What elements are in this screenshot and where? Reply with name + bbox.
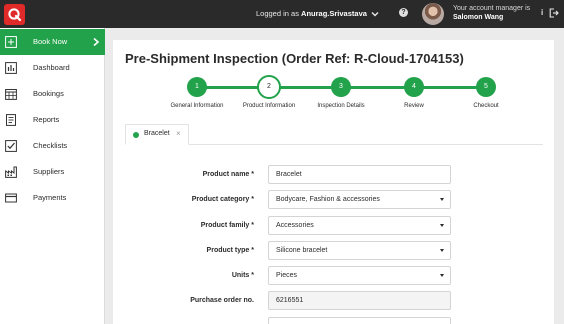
page-title: Pre-Shipment Inspection (Order Ref: R-Cl… xyxy=(125,51,464,66)
caret-down-icon xyxy=(440,224,444,227)
close-icon[interactable]: × xyxy=(176,129,181,138)
sidebar-item-label: Suppliers xyxy=(33,167,65,176)
caret-down-icon xyxy=(440,274,444,277)
step-4[interactable]: 4 xyxy=(404,77,424,97)
main-card: Pre-Shipment Inspection (Order Ref: R-Cl… xyxy=(113,40,554,324)
sidebar-item-label: Dashboard xyxy=(33,63,70,72)
sidebar: Book Now Dashboard Bookings Reports Chec… xyxy=(0,28,105,324)
tab-bracelet[interactable]: Bracelet × xyxy=(125,124,189,145)
account-manager-label: Your account manager is xyxy=(453,5,531,12)
chevron-down-icon[interactable] xyxy=(370,9,380,19)
sidebar-item-label: Bookings xyxy=(33,89,64,98)
step-1[interactable]: 1 xyxy=(187,77,207,97)
step-5[interactable]: 5 xyxy=(476,77,496,97)
document-icon xyxy=(6,114,16,126)
product-family-label: Product family * xyxy=(200,222,254,229)
info-icon[interactable]: i xyxy=(541,8,545,18)
factory-icon xyxy=(5,166,17,178)
step-2[interactable]: 2 xyxy=(257,75,281,99)
sidebar-item-suppliers[interactable]: Suppliers xyxy=(0,159,105,185)
step-3[interactable]: 3 xyxy=(331,77,351,97)
sidebar-item-reports[interactable]: Reports xyxy=(0,107,105,133)
units-select[interactable]: Pieces xyxy=(268,266,451,285)
username: Anurag.Srivastava xyxy=(301,9,367,18)
status-dot xyxy=(133,132,139,138)
step-label: Checkout xyxy=(473,103,499,109)
sidebar-item-bookings[interactable]: Bookings xyxy=(0,81,105,107)
next-field-partial[interactable] xyxy=(268,317,451,324)
tab-label: Bracelet xyxy=(144,130,170,137)
product-category-label: Product category * xyxy=(191,196,254,203)
calendar-icon xyxy=(5,89,17,100)
purchase-order-label: Purchase order no. xyxy=(190,297,254,304)
units-label: Units * xyxy=(231,272,254,279)
select-value: Accessories xyxy=(276,222,314,229)
product-category-select[interactable]: Bodycare, Fashion & accessories xyxy=(268,190,451,209)
purchase-order-input[interactable]: 6216551 xyxy=(268,291,451,310)
product-name-input[interactable]: Bracelet xyxy=(268,165,451,184)
sidebar-item-payments[interactable]: Payments xyxy=(0,185,105,211)
checkbox-icon xyxy=(5,140,17,152)
plus-square-icon xyxy=(5,36,17,48)
select-value: Silicone bracelet xyxy=(276,247,328,254)
sidebar-item-dashboard[interactable]: Dashboard xyxy=(0,55,105,81)
sidebar-item-label: Book Now xyxy=(33,37,68,46)
select-value: Pieces xyxy=(276,272,298,279)
product-type-select[interactable]: Silicone bracelet xyxy=(268,241,451,260)
select-value: Bodycare, Fashion & accessories xyxy=(276,196,380,203)
account-manager-name: Salomon Wang xyxy=(453,14,504,21)
sidebar-item-label: Reports xyxy=(33,115,60,124)
step-label: General Information xyxy=(170,103,224,109)
credit-card-icon xyxy=(5,193,17,203)
step-label: Inspection Details xyxy=(317,103,365,109)
caret-down-icon xyxy=(440,249,444,252)
product-type-label: Product type * xyxy=(206,247,254,254)
sidebar-item-book-now[interactable]: Book Now xyxy=(0,29,105,55)
sidebar-item-label: Checklists xyxy=(33,141,68,150)
top-bar: Logged in as Anurag.Srivastava ? Your ac… xyxy=(0,0,564,28)
step-label: Product Information xyxy=(242,103,296,109)
help-icon[interactable]: ? xyxy=(399,8,408,17)
step-label: Review xyxy=(404,103,424,109)
caret-down-icon xyxy=(440,198,444,201)
login-prefix: Logged in as xyxy=(256,9,302,18)
sidebar-item-checklists[interactable]: Checklists xyxy=(0,133,105,159)
chevron-right-icon xyxy=(93,37,100,47)
sidebar-item-label: Payments xyxy=(33,193,67,202)
product-name-label: Product name * xyxy=(202,171,254,178)
logout-icon[interactable] xyxy=(549,8,559,18)
logged-in-text: Logged in as Anurag.Srivastava xyxy=(256,9,367,18)
bar-chart-icon xyxy=(5,62,17,74)
avatar[interactable] xyxy=(422,3,444,25)
app-logo[interactable] xyxy=(4,4,25,25)
logo-q-icon xyxy=(8,8,22,22)
product-family-select[interactable]: Accessories xyxy=(268,216,451,235)
